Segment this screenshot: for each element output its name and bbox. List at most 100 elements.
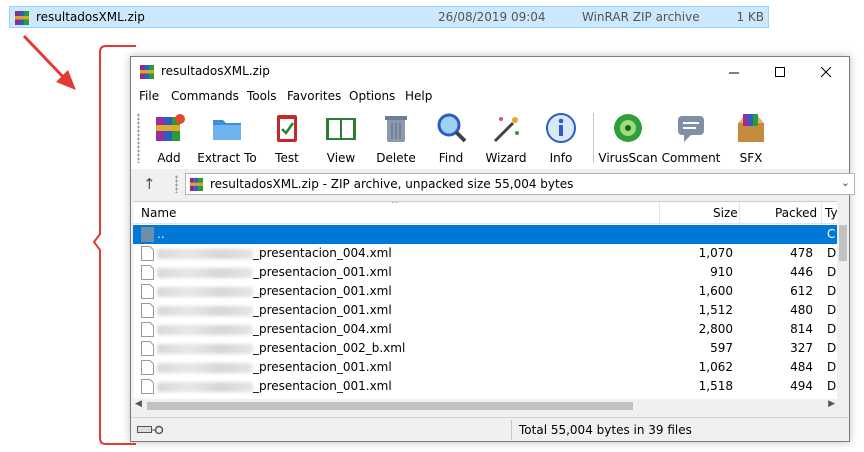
up-arrow-icon[interactable]: ↑ xyxy=(143,175,156,193)
menu-file[interactable]: File xyxy=(139,89,159,103)
menu-options[interactable]: Options xyxy=(349,89,395,103)
address-grip xyxy=(175,175,178,193)
file-size: 1,070 xyxy=(698,246,733,260)
winrar-app-icon xyxy=(139,64,155,83)
redacted-filename-prefix xyxy=(157,382,253,392)
parent-folder-row[interactable]: .. C xyxy=(133,225,837,244)
extract-folder-icon xyxy=(213,120,241,140)
test-button[interactable]: Test xyxy=(257,111,317,167)
file-name: _presentacion_002_b.xml xyxy=(253,341,406,355)
winrar-window: resultadosXML.zip File Commands Tools Fa… xyxy=(130,56,855,442)
file-type: D xyxy=(827,265,837,279)
redacted-filename-prefix xyxy=(157,363,253,373)
file-icon xyxy=(141,284,154,299)
folder-up-icon xyxy=(141,227,154,242)
file-row[interactable]: _presentacion_004.xml 1,070 478 D xyxy=(133,244,837,263)
address-box[interactable]: resultadosXML.zip - ZIP archive, unpacke… xyxy=(185,173,855,195)
address-bar: ↑ resultadosXML.zip - ZIP archive, unpac… xyxy=(131,169,855,199)
column-type-header[interactable]: Ty xyxy=(825,206,837,220)
file-type: D xyxy=(827,379,837,393)
file-icon xyxy=(141,265,154,280)
menu-tools[interactable]: Tools xyxy=(247,89,277,103)
drive-key-icon[interactable] xyxy=(137,424,167,439)
file-packed: 814 xyxy=(790,322,813,336)
file-row[interactable]: _presentacion_001.xml 1,518 494 D xyxy=(133,377,837,396)
file-size: 1,518 xyxy=(698,379,733,393)
window-title: resultadosXML.zip xyxy=(161,64,270,78)
menu-commands[interactable]: Commands xyxy=(171,89,239,103)
title-bar[interactable]: resultadosXML.zip xyxy=(131,57,849,87)
file-row[interactable]: _presentacion_001.xml 1,600 612 D xyxy=(133,282,837,301)
file-icon xyxy=(141,360,154,375)
extract-to-button[interactable]: Extract To xyxy=(197,111,257,167)
file-icon xyxy=(141,322,154,337)
find-button[interactable]: Find xyxy=(421,111,481,167)
column-divider[interactable] xyxy=(821,202,822,224)
scroll-right-icon[interactable]: ▶ xyxy=(828,399,835,409)
horizontal-scroll-thumb[interactable] xyxy=(147,402,633,410)
file-size: 597 xyxy=(710,341,733,355)
file-icon xyxy=(141,303,154,318)
info-button[interactable]: Info xyxy=(531,111,591,167)
scroll-left-icon[interactable]: ◀ xyxy=(135,399,142,409)
file-type: D xyxy=(827,341,837,355)
file-name: _presentacion_004.xml xyxy=(253,322,392,336)
file-name: _presentacion_001.xml xyxy=(253,303,392,317)
file-row[interactable]: _presentacion_001.xml 1,062 484 D xyxy=(133,358,837,377)
delete-button[interactable]: Delete xyxy=(366,111,426,167)
column-divider[interactable] xyxy=(659,202,660,224)
wizard-label: Wizard xyxy=(485,151,527,165)
view-button[interactable]: View xyxy=(311,111,371,167)
comment-button[interactable]: Comment xyxy=(661,111,721,167)
column-divider[interactable] xyxy=(739,202,740,224)
column-packed-header[interactable]: Packed xyxy=(775,206,817,220)
file-name: _presentacion_001.xml xyxy=(253,360,392,374)
minimize-button[interactable] xyxy=(711,57,757,87)
find-label: Find xyxy=(438,151,464,165)
file-packed: 494 xyxy=(790,379,813,393)
sfx-box-icon xyxy=(738,114,764,142)
chevron-down-icon[interactable]: ⌄ xyxy=(841,176,850,189)
file-size: 1,600 xyxy=(698,284,733,298)
redacted-filename-prefix xyxy=(157,268,253,278)
archive-icon xyxy=(189,177,204,195)
info-label: Info xyxy=(549,151,573,165)
test-clipboard-icon xyxy=(277,115,297,142)
redacted-filename-prefix xyxy=(157,344,253,354)
sort-ascending-icon: ^ xyxy=(391,201,399,210)
column-size-header[interactable]: Size xyxy=(713,206,738,220)
virusscan-button[interactable]: VirusScan xyxy=(598,111,658,167)
status-divider xyxy=(511,420,512,440)
toolbar-separator xyxy=(593,113,594,163)
explorer-file-size: 1 KB xyxy=(736,10,764,24)
file-size: 2,800 xyxy=(698,322,733,336)
toolbar: Add Extract To Test View Delete Find Wiz… xyxy=(131,107,849,169)
menu-help[interactable]: Help xyxy=(405,89,432,103)
explorer-file-type: WinRAR ZIP archive xyxy=(582,10,700,24)
virus-scan-icon xyxy=(614,114,642,142)
vertical-scroll-thumb[interactable] xyxy=(839,225,847,261)
close-button[interactable] xyxy=(803,57,849,87)
file-row[interactable]: _presentacion_004.xml 2,800 814 D xyxy=(133,320,837,339)
file-list: ^ Name Size Packed Ty .. C _presentacion… xyxy=(133,201,837,399)
comment-label: Comment xyxy=(661,151,721,165)
menu-favorites[interactable]: Favorites xyxy=(287,89,341,103)
file-icon xyxy=(141,379,154,394)
file-name: _presentacion_001.xml xyxy=(253,284,392,298)
file-icon xyxy=(141,246,154,261)
sfx-button[interactable]: SFX xyxy=(721,111,781,167)
file-row[interactable]: _presentacion_001.xml 910 446 D xyxy=(133,263,837,282)
comment-icon xyxy=(678,116,704,142)
add-button[interactable]: Add xyxy=(139,111,199,167)
horizontal-scrollbar[interactable]: ◀ ▶ xyxy=(133,399,837,413)
file-row[interactable]: _presentacion_001.xml 1,512 480 D xyxy=(133,301,837,320)
wizard-button[interactable]: Wizard xyxy=(476,111,536,167)
vertical-scrollbar[interactable] xyxy=(837,201,849,399)
parent-folder-type: C xyxy=(827,227,836,241)
column-name-header[interactable]: Name xyxy=(141,206,176,220)
explorer-file-row[interactable]: resultadosXML.zip 26/08/2019 09:04 WinRA… xyxy=(9,6,769,28)
file-row[interactable]: _presentacion_002_b.xml 597 327 D xyxy=(133,339,837,358)
maximize-button[interactable] xyxy=(757,57,803,87)
test-label: Test xyxy=(275,151,299,165)
file-packed: 446 xyxy=(790,265,813,279)
